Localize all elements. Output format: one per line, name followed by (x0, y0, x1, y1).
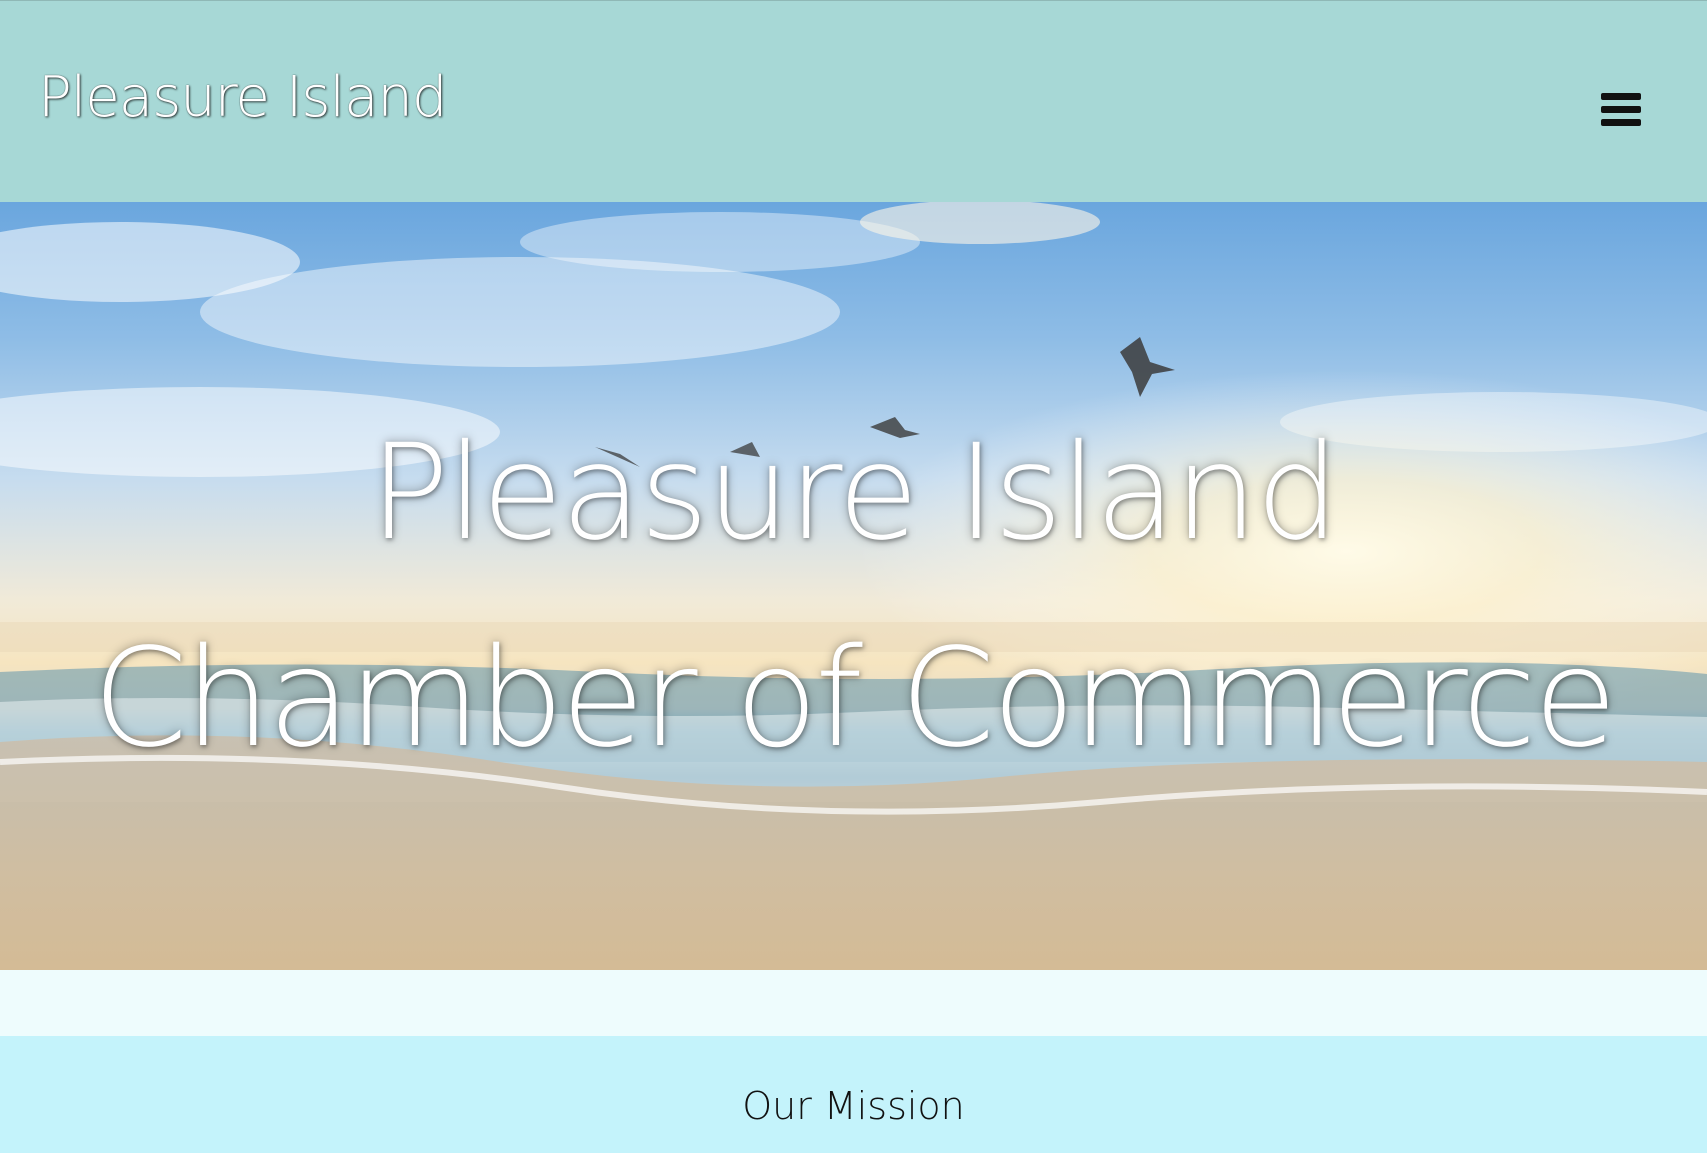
menu-bar (1601, 106, 1641, 113)
menu-bar (1601, 119, 1641, 126)
site-header: Pleasure Island (0, 0, 1707, 202)
hamburger-menu-icon[interactable] (1601, 93, 1641, 129)
hero-title-line-2: Chamber of Commerce (92, 620, 1618, 778)
mission-section: Our Mission (0, 1036, 1707, 1153)
beach-sunset-image (0, 202, 1707, 970)
menu-bar (1601, 93, 1641, 100)
mission-heading: Our Mission (742, 1084, 965, 1128)
site-brand[interactable]: Pleasure Island (38, 65, 447, 130)
section-spacer (0, 970, 1707, 1036)
hero-title-line-1: Pleasure Island (369, 416, 1339, 570)
hero-banner: Pleasure Island Chamber of Commerce (0, 202, 1707, 970)
